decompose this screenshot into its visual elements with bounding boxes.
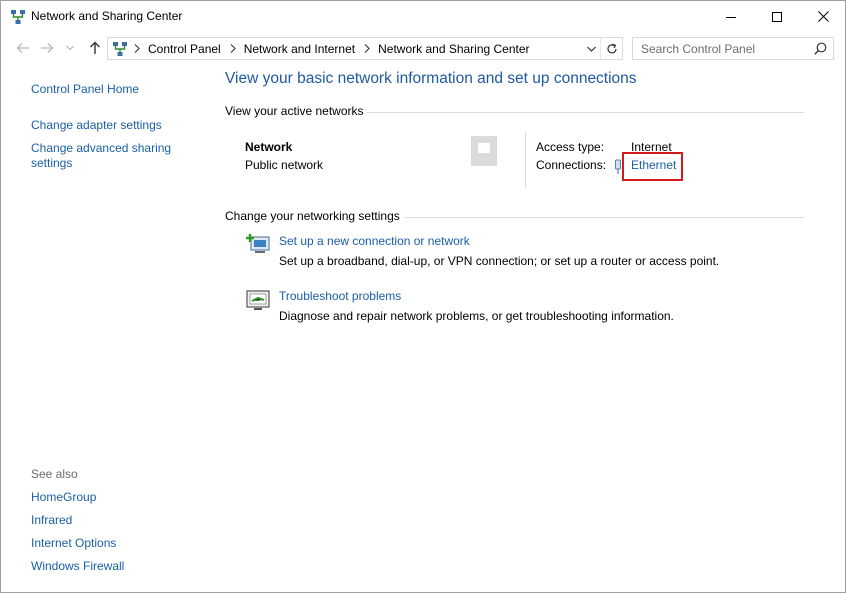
section-divider [367, 112, 804, 113]
connections-label: Connections: [536, 158, 607, 172]
troubleshoot-problems-link[interactable]: Troubleshoot problems [279, 289, 401, 303]
chevron-right-icon[interactable] [230, 44, 236, 53]
recent-locations-button[interactable] [63, 38, 77, 58]
change-advanced-sharing-settings-link[interactable]: Change advanced sharing settings [31, 141, 181, 171]
ethernet-icon [615, 159, 621, 174]
search-input[interactable]: Search Control Panel [632, 37, 834, 60]
setup-new-connection-link[interactable]: Set up a new connection or network [279, 234, 470, 248]
window: Network and Sharing Center Control Panel… [0, 0, 846, 593]
network-type: Public network [245, 158, 324, 172]
change-adapter-settings-link[interactable]: Change adapter settings [31, 118, 162, 133]
watermark-logo [471, 134, 541, 173]
search-placeholder: Search Control Panel [641, 42, 756, 56]
network-divider [525, 132, 526, 188]
chevron-down-icon [586, 46, 596, 52]
troubleshoot-icon [246, 290, 270, 310]
navigation-bar: Control Panel Network and Internet Netwo… [1, 34, 845, 62]
internet-options-link[interactable]: Internet Options [31, 536, 116, 551]
minimize-icon [726, 16, 736, 18]
title-bar: Network and Sharing Center [1, 1, 845, 32]
up-button[interactable] [85, 38, 105, 58]
close-button[interactable] [800, 1, 846, 32]
address-history-button[interactable] [582, 38, 600, 59]
breadcrumb-control-panel[interactable]: Control Panel [148, 42, 221, 56]
breadcrumb: Control Panel Network and Internet Netwo… [134, 38, 530, 59]
change-settings-heading: Change your networking settings [225, 209, 400, 223]
troubleshoot-problems-description: Diagnose and repair network problems, or… [279, 309, 674, 323]
access-type-label: Access type: [536, 140, 605, 154]
back-button[interactable] [13, 38, 33, 58]
arrow-left-icon [16, 43, 29, 53]
windows-firewall-link[interactable]: Windows Firewall [31, 559, 124, 574]
minimize-button[interactable] [708, 1, 754, 32]
forward-button[interactable] [37, 38, 57, 58]
arrow-right-icon [41, 43, 54, 53]
homegroup-link[interactable]: HomeGroup [31, 490, 96, 505]
section-divider [405, 217, 804, 218]
breadcrumb-network-and-sharing-center[interactable]: Network and Sharing Center [378, 42, 529, 56]
refresh-button[interactable] [600, 38, 622, 59]
network-name: Network [245, 140, 293, 154]
close-icon [817, 11, 829, 22]
arrow-up-icon [90, 41, 100, 54]
setup-new-connection-description: Set up a broadband, dial-up, or VPN conn… [279, 254, 720, 268]
search-icon[interactable] [814, 42, 827, 55]
ethernet-connection-link[interactable]: Ethernet [631, 158, 676, 172]
chevron-down-icon [66, 45, 74, 51]
chevron-right-icon[interactable] [364, 44, 370, 53]
control-panel-home-link[interactable]: Control Panel Home [31, 82, 139, 97]
address-bar[interactable]: Control Panel Network and Internet Netwo… [107, 37, 623, 60]
breadcrumb-network-and-internet[interactable]: Network and Internet [244, 42, 355, 56]
active-networks-heading: View your active networks [225, 104, 364, 118]
control-panel-icon [113, 42, 127, 56]
see-also-heading: See also [31, 467, 78, 481]
chevron-right-icon[interactable] [134, 44, 140, 53]
window-title: Network and Sharing Center [31, 9, 183, 23]
infrared-link[interactable]: Infrared [31, 513, 72, 528]
network-sharing-icon [11, 10, 25, 24]
page-title: View your basic network information and … [225, 70, 637, 87]
refresh-icon [606, 42, 617, 53]
new-connection-icon [246, 234, 270, 253]
maximize-button[interactable] [754, 1, 800, 32]
maximize-icon [772, 11, 782, 22]
